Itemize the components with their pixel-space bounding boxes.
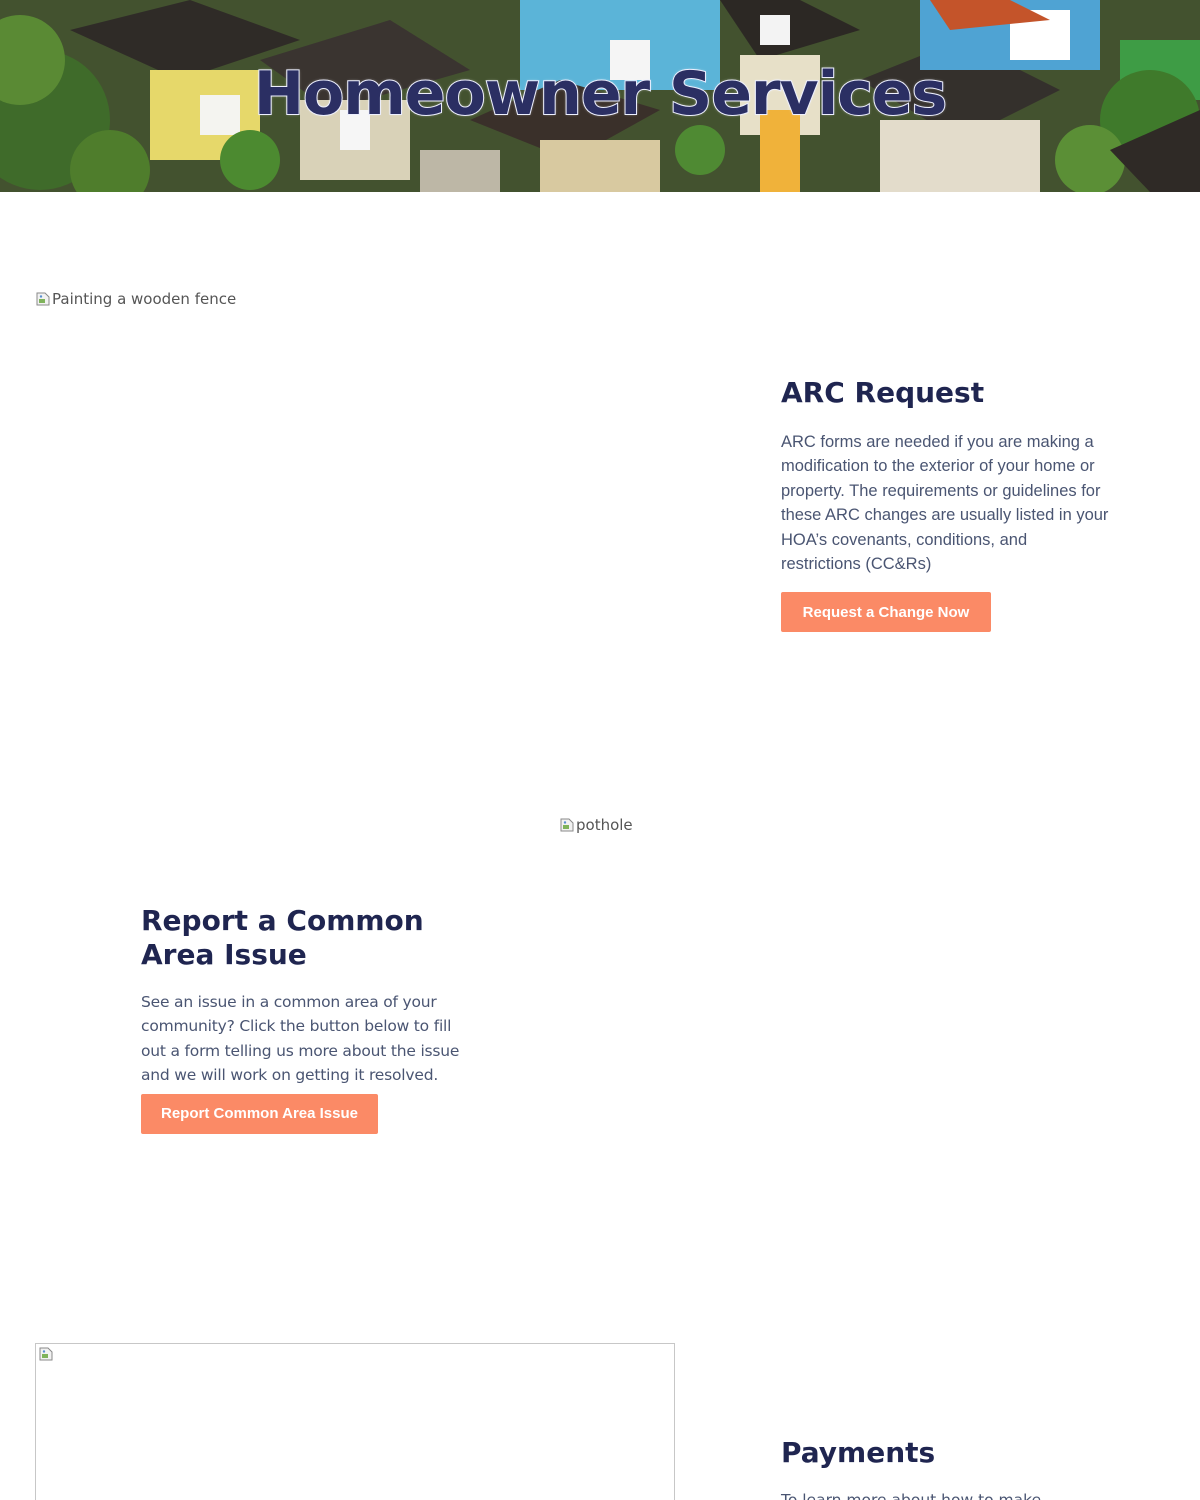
payments-heading: Payments [781,1436,936,1469]
broken-image-icon [35,291,51,307]
broken-image-icon [38,1346,54,1362]
fence-image-alt-text: Painting a wooden fence [52,290,237,308]
pothole-image: pothole [559,816,633,834]
report-issue-section: Report a Common Area Issue See an issue … [141,904,461,1134]
broken-image-icon [559,817,575,833]
page-title: Homeowner Services [253,58,948,130]
payments-image [35,1343,675,1500]
payments-description: To learn more about how to make [781,1491,1042,1500]
hero-banner: Homeowner Services [0,0,1200,192]
page: Homeowner Services Painting a wooden fen… [0,0,1200,1500]
fence-image: Painting a wooden fence [35,290,236,308]
arc-request-description: ARC forms are needed if you are making a… [781,433,1109,574]
arc-request-heading: ARC Request [781,376,985,409]
report-common-area-issue-button[interactable]: Report Common Area Issue [141,1093,378,1134]
pothole-image-alt-text: pothole [576,816,633,834]
report-issue-description: See an issue in a common area of your co… [141,993,460,1085]
request-change-button[interactable]: Request a Change Now [781,592,991,633]
arc-request-section: ARC Request ARC forms are needed if you … [781,376,1111,633]
payments-section: Payments To learn more about how to make [781,1436,1111,1500]
report-issue-heading: Report a Common Area Issue [141,904,424,971]
